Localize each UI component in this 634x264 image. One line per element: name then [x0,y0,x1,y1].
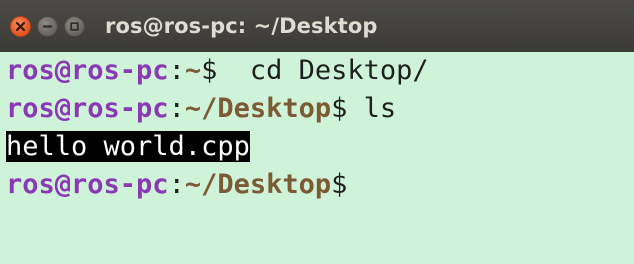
prompt-user-host: ros@ros-pc [6,93,169,124]
prompt-symbol: $ [331,169,348,200]
prompt-path: ~/Desktop [184,169,332,200]
terminal-line-output: hello world.cpp [6,128,634,166]
minimize-icon [42,24,53,28]
title-bar[interactable]: ros@ros-pc: ~/Desktop [0,0,634,52]
terminal-line-cd: ros@ros-pc:~$ cd Desktop/ [6,52,634,90]
prompt-symbol: $ [201,55,218,86]
close-button[interactable] [10,15,31,37]
window-title: ros@ros-pc: ~/Desktop [105,14,378,38]
prompt-user-host: ros@ros-pc [6,169,169,200]
ls-output-file[interactable]: hello world.cpp [6,131,250,162]
close-icon [15,21,26,31]
command-text: ls [347,93,397,124]
terminal-window: ros@ros-pc: ~/Desktop ros@ros-pc:~$ cd D… [0,0,634,264]
prompt-colon: : [168,55,185,86]
terminal-line-ls: ros@ros-pc:~/Desktop$ ls [6,90,634,128]
command-text: cd Desktop/ [217,55,429,86]
terminal-line-prompt[interactable]: ros@ros-pc:~/Desktop$ [6,166,634,204]
prompt-colon: : [168,93,185,124]
prompt-path: ~ [184,55,202,86]
prompt-symbol: $ [331,93,348,124]
terminal-content[interactable]: ros@ros-pc:~$ cd Desktop/ ros@ros-pc:~/D… [6,52,634,204]
maximize-button[interactable] [64,15,85,37]
minimize-button[interactable] [37,15,58,37]
prompt-path: ~/Desktop [184,93,332,124]
prompt-colon: : [168,169,185,200]
maximize-icon [70,21,79,31]
prompt-user-host: ros@ros-pc [6,55,169,86]
